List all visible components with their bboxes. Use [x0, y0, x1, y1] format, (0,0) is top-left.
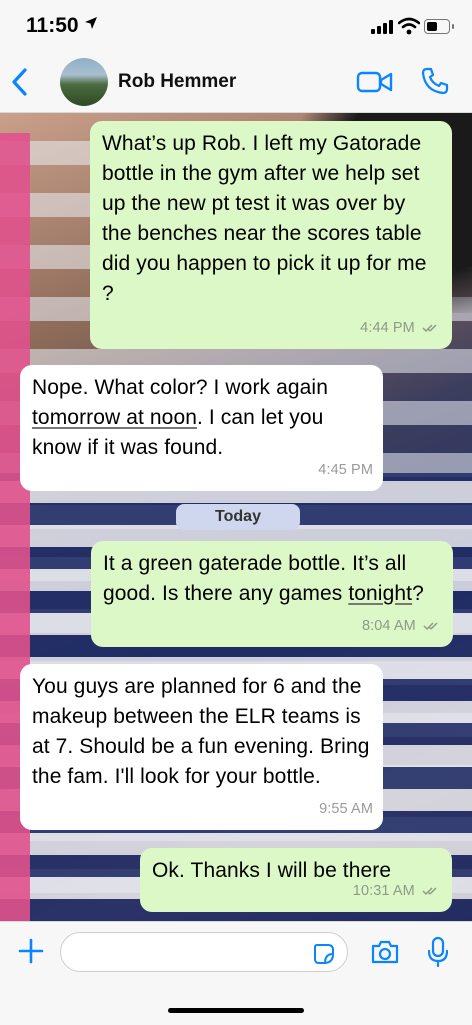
- message-text-b: ?: [412, 582, 424, 605]
- sticker-icon[interactable]: [313, 943, 335, 965]
- wifi-icon: [398, 17, 420, 35]
- message-time: 8:04 AM: [361, 618, 416, 634]
- message-text-a: Nope. What color? I work again: [32, 376, 328, 399]
- message-outgoing[interactable]: What’s up Rob. I left my Gatorade bottle…: [90, 121, 452, 349]
- message-text: You guys are planned for 6 and the makeu…: [32, 675, 370, 788]
- read-receipt-icon: [423, 622, 438, 631]
- contact-name[interactable]: Rob Hemmer: [118, 71, 236, 93]
- status-time: 11:50: [26, 14, 79, 37]
- phone-call-icon[interactable]: [420, 66, 450, 96]
- read-receipt-icon: [422, 324, 437, 333]
- message-time: 4:44 PM: [360, 320, 415, 336]
- message-incoming[interactable]: You guys are planned for 6 and the makeu…: [20, 664, 383, 830]
- message-incoming[interactable]: Nope. What color? I work again tomorrow …: [20, 365, 383, 491]
- chat-area[interactable]: What’s up Rob. I left my Gatorade bottle…: [0, 113, 472, 921]
- chat-header: Rob Hemmer: [0, 52, 472, 113]
- message-outgoing[interactable]: It a green gaterade bottle. It’s all goo…: [91, 541, 453, 647]
- video-call-icon[interactable]: [356, 68, 394, 96]
- message-link-date[interactable]: tonight: [348, 582, 412, 605]
- cellular-signal-icon: [371, 20, 393, 34]
- status-bar: 11:50: [0, 0, 472, 52]
- message-time: 10:31 AM: [352, 883, 415, 899]
- message-meta: 4:44 PM: [360, 313, 442, 343]
- message-time: 4:45 PM: [318, 462, 373, 478]
- back-chevron-icon[interactable]: [8, 66, 32, 98]
- microphone-icon[interactable]: [428, 936, 448, 968]
- message-meta: 8:04 AM: [362, 611, 443, 641]
- camera-icon[interactable]: [370, 939, 400, 965]
- message-meta: 10:31 AM: [353, 876, 442, 906]
- contact-avatar[interactable]: [60, 58, 108, 106]
- message-time: 9:55 AM: [319, 801, 373, 817]
- message-input[interactable]: [60, 932, 348, 972]
- home-indicator: [168, 1008, 304, 1013]
- battery-icon: [424, 19, 454, 34]
- read-receipt-icon: [422, 887, 437, 896]
- location-arrow-icon: [85, 17, 97, 29]
- composer-bar: [0, 921, 472, 1025]
- message-text: What’s up Rob. I left my Gatorade bottle…: [102, 132, 427, 305]
- message-outgoing[interactable]: Ok. Thanks I will be there 10:31 AM: [140, 848, 452, 912]
- date-separator: Today: [176, 504, 300, 530]
- plus-icon[interactable]: [18, 938, 44, 964]
- message-link-date[interactable]: tomorrow at noon: [32, 406, 197, 429]
